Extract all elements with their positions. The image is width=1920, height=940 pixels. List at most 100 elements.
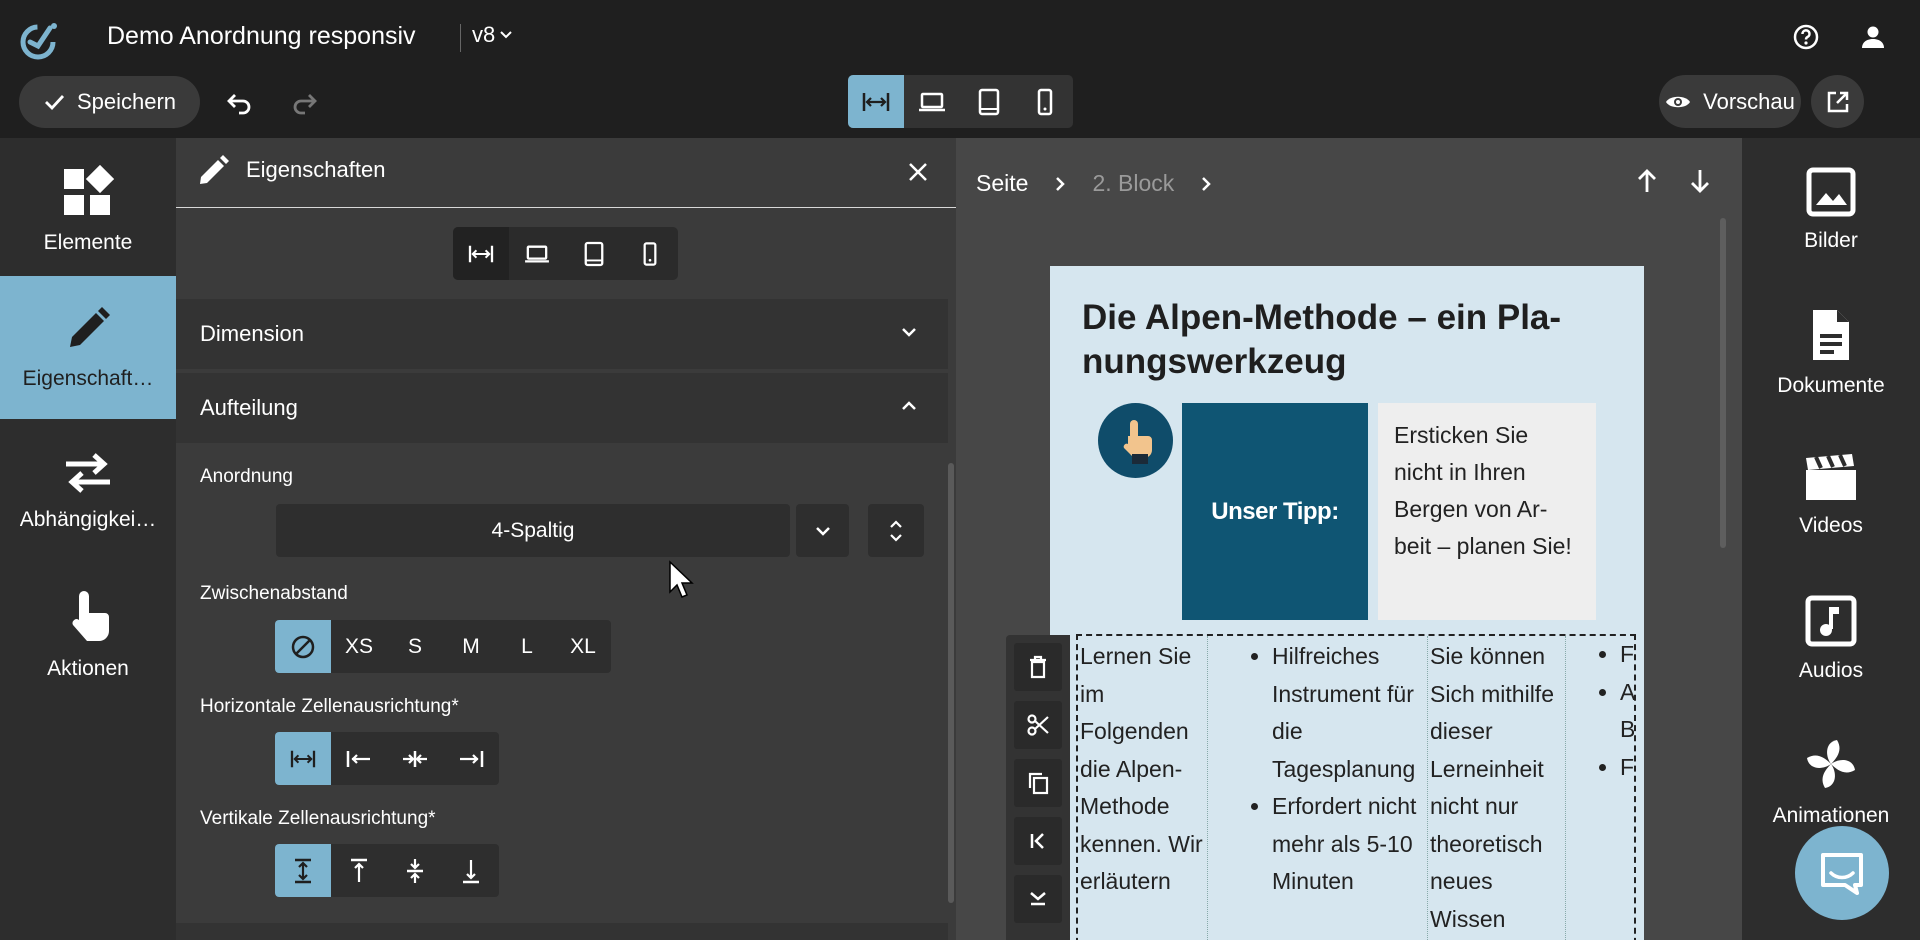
pencil-icon bbox=[200, 155, 229, 184]
horizontal-alignment-label: Horizontale Zellenausrichtung* bbox=[200, 696, 459, 717]
chevron-down-icon bbox=[902, 328, 916, 337]
sidebar-item-label: Eigenschaft… bbox=[22, 366, 154, 390]
media-dokumente[interactable]: Dokumente bbox=[1742, 281, 1920, 424]
pencil-icon bbox=[70, 306, 110, 347]
column-3[interactable]: Sie können Sich mithilfe dieser Lerneinh… bbox=[1428, 636, 1566, 940]
list-item: A bbox=[1620, 674, 1634, 712]
accordion-aufteilung[interactable]: Aufteilung bbox=[176, 373, 948, 443]
align-stretch-horizontal-icon[interactable] bbox=[275, 732, 331, 785]
align-bottom-icon[interactable] bbox=[443, 844, 499, 897]
canvas-scrollbar[interactable] bbox=[1720, 218, 1726, 548]
accordion-label: Aufteilung bbox=[200, 395, 298, 420]
media-videos[interactable]: Videos bbox=[1742, 424, 1920, 567]
sidebar-item-label: Aktionen bbox=[47, 656, 129, 680]
anordnung-stepper[interactable] bbox=[868, 504, 924, 557]
sidebar-item-label: Elemente bbox=[43, 230, 133, 254]
column-1-text: Lernen Sie im Folgenden die Alpen-Method… bbox=[1080, 643, 1203, 894]
mouse-cursor-icon bbox=[669, 560, 694, 598]
properties-panel: Eigenschaften Dimension Aufteilung Anord… bbox=[176, 138, 956, 940]
sidebar-item-abhaengigkeiten[interactable]: Abhängigkei… bbox=[0, 419, 176, 562]
breadcrumb-seite[interactable]: Seite bbox=[976, 170, 1028, 197]
media-audios[interactable]: Audios bbox=[1742, 567, 1920, 710]
arrow-down-icon[interactable] bbox=[1688, 168, 1712, 194]
sidebar-item-aktionen[interactable]: Aktionen bbox=[0, 562, 176, 705]
move-to-bottom-icon[interactable] bbox=[1014, 875, 1062, 923]
align-left-icon[interactable] bbox=[331, 732, 387, 785]
four-column-layout[interactable]: Lernen Sie im Folgenden die Alpen-Method… bbox=[1076, 634, 1636, 940]
help-icon[interactable] bbox=[1789, 20, 1823, 54]
align-right-icon[interactable] bbox=[443, 732, 499, 785]
anordnung-dropdown-button[interactable] bbox=[796, 504, 849, 557]
undo-icon[interactable] bbox=[222, 86, 256, 120]
right-sidebar: Bilder Dokumente Videos Audios Animation… bbox=[1742, 138, 1920, 940]
tablet-view-icon[interactable] bbox=[961, 75, 1017, 128]
spacing-s-button[interactable]: S bbox=[387, 620, 443, 673]
breadcrumb-block[interactable]: 2. Block bbox=[1092, 170, 1174, 197]
chat-icon bbox=[1821, 853, 1863, 895]
first-page-icon[interactable] bbox=[1014, 817, 1062, 865]
align-stretch-vertical-icon[interactable] bbox=[275, 844, 331, 897]
full-width-view-icon[interactable] bbox=[453, 227, 510, 280]
align-center-horizontal-icon[interactable] bbox=[387, 732, 443, 785]
chevron-right-icon bbox=[1056, 176, 1066, 191]
tablet-view-icon[interactable] bbox=[566, 227, 622, 280]
anordnung-label: Anordnung bbox=[200, 466, 293, 487]
redo-icon[interactable] bbox=[288, 86, 322, 120]
page-preview: Die Alpen-Methode – ein Pla-nungswerkzeu… bbox=[1050, 266, 1644, 940]
column-4[interactable]: F A B F bbox=[1566, 636, 1634, 940]
media-label: Audios bbox=[1798, 658, 1864, 682]
phone-view-icon[interactable] bbox=[1017, 75, 1073, 128]
align-top-icon[interactable] bbox=[331, 844, 387, 897]
app-logo-icon[interactable] bbox=[18, 18, 62, 62]
zwischenabstand-label: Zwischenabstand bbox=[200, 583, 348, 604]
close-icon[interactable] bbox=[907, 161, 929, 183]
chevron-down-icon bbox=[500, 31, 512, 39]
tip-text-box[interactable]: Ersticken Sie nicht in Ihren Bergen von … bbox=[1378, 403, 1596, 620]
spacing-xs-button[interactable]: XS bbox=[331, 620, 387, 673]
content-heading[interactable]: Die Alpen-Methode – ein Pla-nungswerkzeu… bbox=[1082, 296, 1622, 384]
laptop-view-icon[interactable] bbox=[509, 227, 565, 280]
open-in-new-icon bbox=[1827, 91, 1848, 112]
align-middle-vertical-icon[interactable] bbox=[387, 844, 443, 897]
copy-icon[interactable] bbox=[1014, 759, 1062, 807]
check-icon bbox=[44, 95, 64, 111]
media-bilder[interactable]: Bilder bbox=[1742, 138, 1920, 281]
cut-icon[interactable] bbox=[1014, 701, 1062, 749]
vertical-alignment-label: Vertikale Zellenausrichtung* bbox=[200, 808, 436, 829]
user-account-icon[interactable] bbox=[1856, 20, 1890, 54]
preview-button[interactable]: Vorschau bbox=[1659, 75, 1801, 128]
open-external-button[interactable] bbox=[1811, 75, 1864, 128]
column-4-list: F A B F bbox=[1566, 636, 1634, 786]
column-2[interactable]: Hilfreiches Instrument für die Tagesplan… bbox=[1208, 636, 1428, 940]
hand-pointer-icon bbox=[1098, 403, 1173, 478]
column-1[interactable]: Lernen Sie im Folgenden die Alpen-Method… bbox=[1078, 636, 1208, 940]
anordnung-select[interactable]: 4-Spaltig bbox=[276, 504, 790, 557]
spacing-none-button[interactable] bbox=[275, 620, 331, 673]
delete-icon[interactable] bbox=[1014, 643, 1062, 691]
media-label: Dokumente bbox=[1777, 373, 1885, 397]
properties-scrollbar[interactable] bbox=[948, 463, 954, 903]
accordion-dimension[interactable]: Dimension bbox=[176, 299, 948, 369]
chat-support-button[interactable] bbox=[1795, 826, 1889, 920]
divider bbox=[460, 24, 461, 52]
spacing-m-button[interactable]: M bbox=[443, 620, 499, 673]
pinwheel-icon bbox=[1807, 739, 1855, 788]
spacing-l-button[interactable]: L bbox=[499, 620, 555, 673]
version-selector[interactable]: v8 bbox=[472, 22, 513, 48]
laptop-view-icon[interactable] bbox=[904, 75, 960, 128]
block-icon bbox=[291, 635, 315, 658]
sidebar-item-elemente[interactable]: Elemente bbox=[0, 138, 176, 281]
media-label: Videos bbox=[1799, 513, 1863, 537]
breadcrumb: Seite 2. Block bbox=[976, 170, 1212, 197]
save-button[interactable]: Speichern bbox=[19, 76, 200, 128]
tip-label-box[interactable]: Unser Tipp: bbox=[1182, 403, 1368, 620]
chevron-up-icon bbox=[902, 401, 916, 410]
phone-view-icon[interactable] bbox=[622, 227, 678, 280]
properties-device-toggle bbox=[453, 227, 678, 280]
element-toolbar bbox=[1006, 635, 1070, 940]
full-width-view-icon[interactable] bbox=[848, 75, 905, 128]
sidebar-item-eigenschaften[interactable]: Eigenschaft… bbox=[0, 276, 176, 419]
arrow-up-icon[interactable] bbox=[1635, 168, 1659, 194]
spacing-xl-button[interactable]: XL bbox=[555, 620, 611, 673]
editor-canvas: Seite 2. Block Die Alpen-Methode – ein P… bbox=[956, 138, 1742, 940]
